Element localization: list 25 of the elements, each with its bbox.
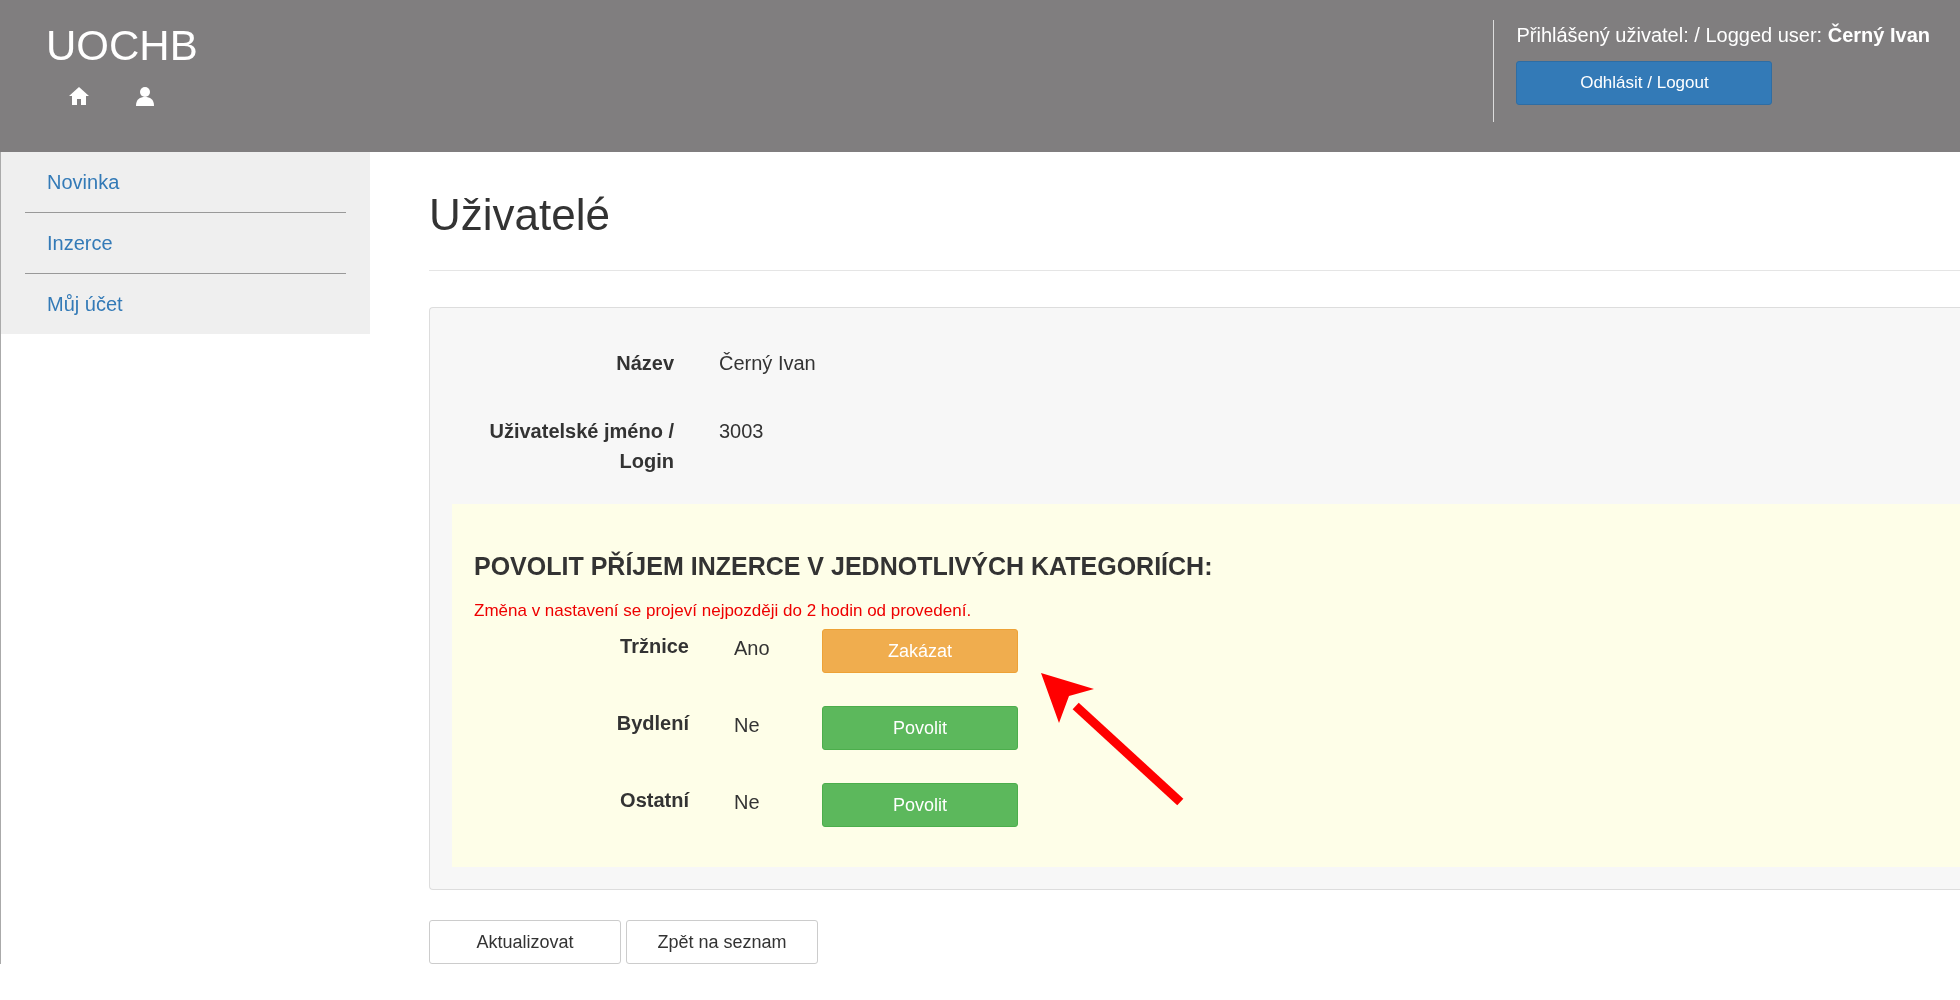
category-label: Ostatní <box>619 788 689 812</box>
user-icon[interactable] <box>135 86 155 106</box>
sidebar-link[interactable]: Novinka <box>25 152 346 213</box>
field-value: 3003 <box>719 419 764 444</box>
toggle-button[interactable]: Povolit <box>822 706 1018 750</box>
action-button[interactable]: Zpět na seznam <box>626 920 818 964</box>
sidebar-link[interactable]: Inzerce <box>25 213 346 274</box>
field-label: Uživatelské jméno / Login <box>488 419 674 474</box>
category-label: Bydlení <box>615 711 689 735</box>
home-icon[interactable] <box>68 86 90 106</box>
section-heading: POVOLIT PŘÍJEM INZERCE V JEDNOTLIVÝCH KATEGORIÍCH: <box>474 552 1214 581</box>
site-logo[interactable]: UOCHB <box>46 22 198 70</box>
action-button[interactable]: Aktualizovat <box>429 920 621 964</box>
field-label: Název <box>615 351 674 376</box>
logout-button[interactable]: Odhlásit / Logout <box>1516 61 1773 105</box>
field-value: Černý Ivan <box>719 351 816 376</box>
logged-user-text: Přihlášený uživatel: / Logged user: Černý Ivan <box>1516 24 1930 47</box>
category-status: Ano <box>733 636 771 660</box>
category-status: Ne <box>733 713 761 737</box>
notice-text: Změna v nastavení se projeví nejpozději do 2 hodin od provedení. <box>474 601 973 621</box>
toggle-button[interactable]: Povolit <box>822 783 1018 827</box>
sidebar-link[interactable]: Můj účet <box>25 274 346 334</box>
category-label: Tržnice <box>619 634 689 658</box>
category-status: Ne <box>733 790 761 814</box>
page-title: Uživatelé <box>429 190 1960 271</box>
